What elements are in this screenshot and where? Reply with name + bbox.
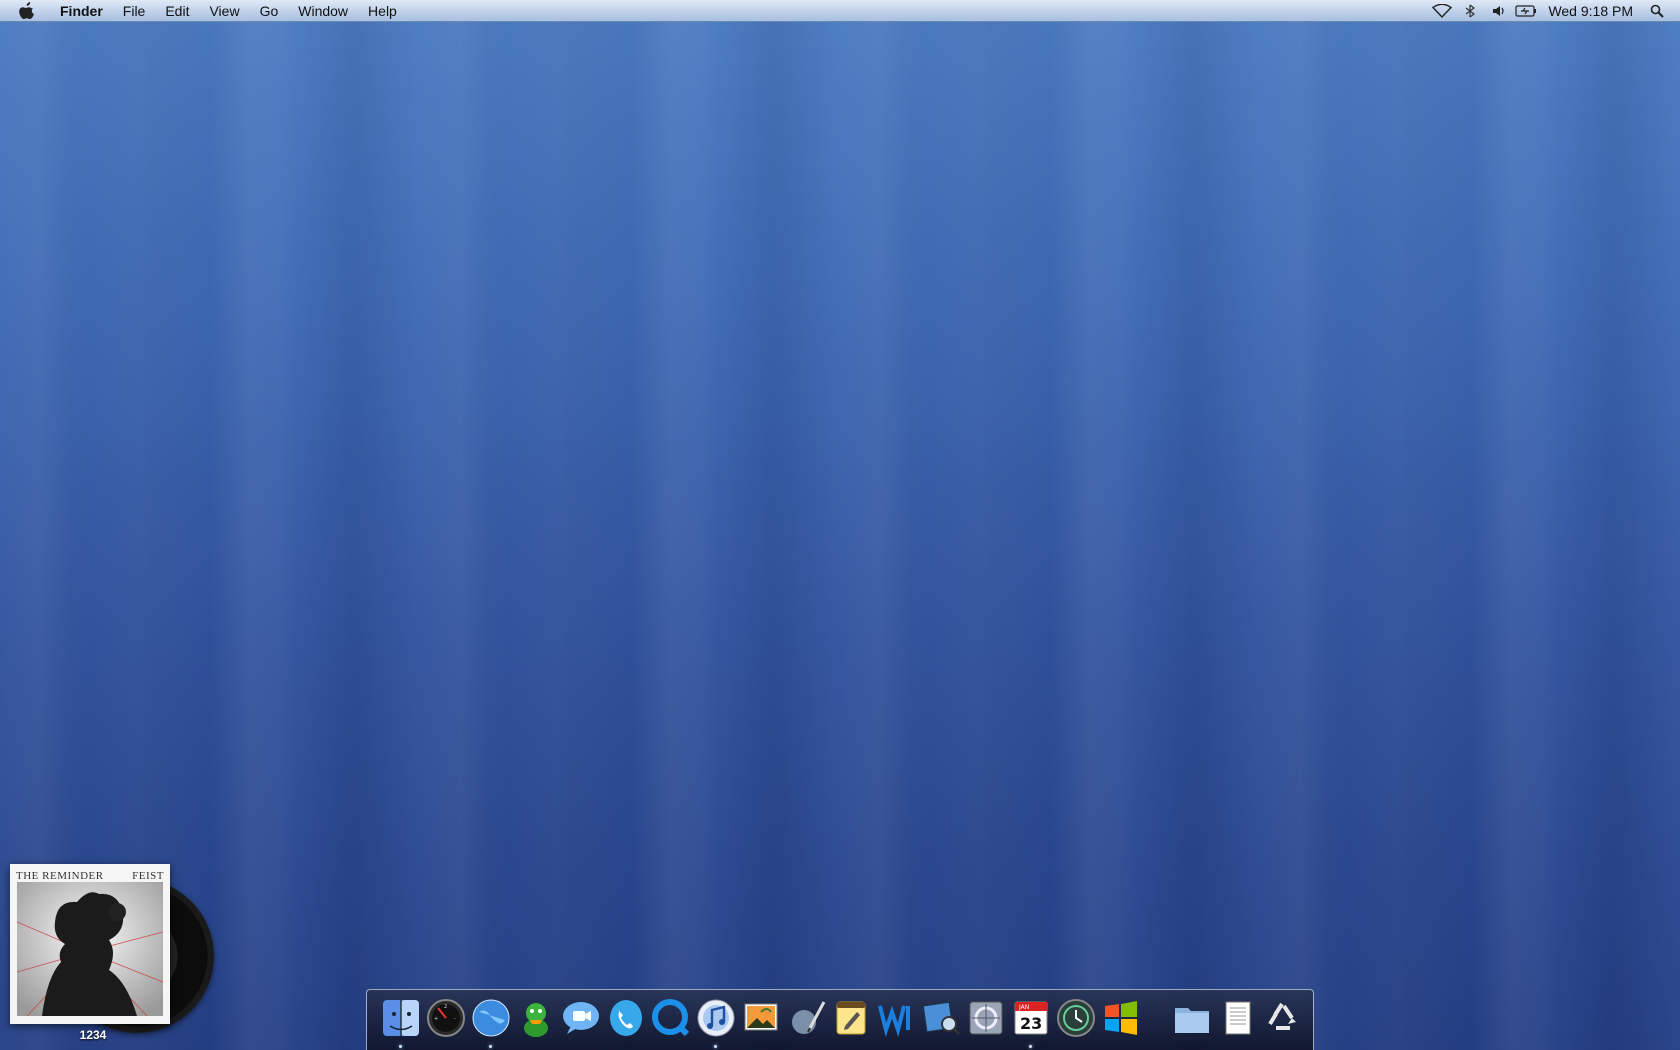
time-machine-icon[interactable] <box>1056 998 1096 1042</box>
battery-icon[interactable] <box>1515 0 1537 22</box>
desktop-wallpaper <box>0 0 1680 1050</box>
finder-icon[interactable] <box>381 998 421 1048</box>
album-widget-label: 1234 <box>79 1028 107 1042</box>
wunderlist-icon[interactable] <box>876 998 916 1042</box>
dock: 2 + - JAN 23 <box>366 989 1314 1050</box>
dashboard-icon[interactable]: 2 + - <box>426 998 466 1042</box>
quicktime-icon[interactable] <box>651 998 691 1042</box>
iphoto-icon[interactable] <box>741 998 781 1042</box>
menu-clock[interactable]: Wed 9:18 PM <box>1540 0 1643 22</box>
menu-go[interactable]: Go <box>250 0 289 22</box>
network-globe-icon[interactable] <box>471 998 511 1048</box>
itunes-icon[interactable] <box>696 998 736 1048</box>
windows-icon[interactable] <box>1101 998 1141 1042</box>
spotlight-search-icon[interactable] <box>1646 0 1668 22</box>
menu-bar: Finder File Edit View Go Window Help Wed… <box>0 0 1680 22</box>
album-cover-title: THE REMINDER <box>16 870 104 882</box>
menu-app-finder[interactable]: Finder <box>50 0 113 22</box>
bluetooth-icon[interactable] <box>1459 0 1481 22</box>
documents-stack-icon[interactable] <box>1217 998 1257 1042</box>
notes-pad-icon[interactable] <box>831 998 871 1042</box>
system-preferences-icon[interactable] <box>966 998 1006 1042</box>
now-playing-album-widget[interactable]: THE REMINDER FEIST <box>10 864 214 1033</box>
volume-icon[interactable] <box>1487 0 1509 22</box>
menu-edit[interactable]: Edit <box>155 0 199 22</box>
preview-icon[interactable] <box>921 998 961 1042</box>
script-editor-icon[interactable] <box>786 998 826 1042</box>
svg-text:+: + <box>434 1016 438 1022</box>
ical-day: 23 <box>1020 1014 1042 1033</box>
trash-recycle-icon[interactable] <box>1262 998 1302 1042</box>
menu-file[interactable]: File <box>113 0 156 22</box>
wifi-icon[interactable] <box>1431 0 1453 22</box>
applications-folder-icon[interactable] <box>1172 998 1212 1042</box>
skype-icon[interactable] <box>606 998 646 1042</box>
album-cover-artist: FEIST <box>132 870 164 882</box>
menu-view[interactable]: View <box>199 0 249 22</box>
album-cover: THE REMINDER FEIST <box>10 864 170 1024</box>
ichat-icon[interactable] <box>561 998 601 1042</box>
menu-window[interactable]: Window <box>288 0 358 22</box>
ical-icon[interactable]: JAN 23 <box>1011 998 1051 1048</box>
album-art-silhouette <box>17 882 163 1016</box>
ical-month: JAN <box>1018 1004 1029 1011</box>
svg-text:-: - <box>454 1016 456 1022</box>
apple-logo-icon[interactable] <box>16 0 38 22</box>
adium-icon[interactable] <box>516 998 556 1042</box>
svg-text:2: 2 <box>444 1004 447 1010</box>
menu-help[interactable]: Help <box>358 0 407 22</box>
